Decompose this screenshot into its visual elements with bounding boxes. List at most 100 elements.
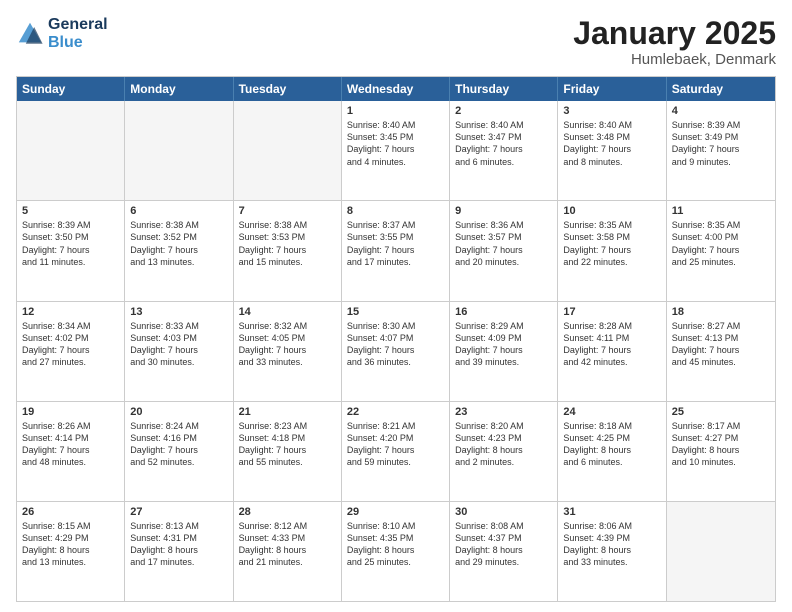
calendar-body: 1 Sunrise: 8:40 AM Sunset: 3:45 PM Daylig… (17, 101, 775, 601)
cal-cell: 1 Sunrise: 8:40 AM Sunset: 3:45 PM Daylig… (342, 101, 450, 200)
cal-cell: 12 Sunrise: 8:34 AM Sunset: 4:02 PM Dayli… (17, 302, 125, 401)
cell-text: Sunrise: 8:18 AM Sunset: 4:25 PM Dayligh… (563, 420, 660, 469)
logo-icon (16, 20, 44, 48)
day-number: 14 (239, 306, 336, 318)
location: Humlebaek, Denmark (573, 51, 776, 68)
day-number: 10 (563, 205, 660, 217)
cal-cell (125, 101, 233, 200)
calendar-row-5: 26 Sunrise: 8:15 AM Sunset: 4:29 PM Dayli… (17, 501, 775, 601)
cell-text: Sunrise: 8:15 AM Sunset: 4:29 PM Dayligh… (22, 520, 119, 569)
cal-cell: 4 Sunrise: 8:39 AM Sunset: 3:49 PM Daylig… (667, 101, 775, 200)
cal-cell: 21Sunrise: 8:23 AM Sunset: 4:18 PM Dayli… (234, 402, 342, 501)
day-number: 27 (130, 506, 227, 518)
cell-text: Sunrise: 8:38 AM Sunset: 3:53 PM Dayligh… (239, 219, 336, 268)
day-number: 2 (455, 105, 552, 117)
cal-cell: 15Sunrise: 8:30 AM Sunset: 4:07 PM Dayli… (342, 302, 450, 401)
day-number: 29 (347, 506, 444, 518)
cell-text: Sunrise: 8:12 AM Sunset: 4:33 PM Dayligh… (239, 520, 336, 569)
logo: General Blue (16, 16, 108, 51)
cell-text: Sunrise: 8:40 AM Sunset: 3:47 PM Dayligh… (455, 119, 552, 168)
cal-cell: 27Sunrise: 8:13 AM Sunset: 4:31 PM Dayli… (125, 502, 233, 601)
cal-cell: 8Sunrise: 8:37 AM Sunset: 3:55 PM Daylig… (342, 201, 450, 300)
cal-cell: 3Sunrise: 8:40 AM Sunset: 3:48 PM Daylig… (558, 101, 666, 200)
day-number: 13 (130, 306, 227, 318)
day-number: 12 (22, 306, 119, 318)
weekday-header-thursday: Thursday (450, 77, 558, 101)
calendar: SundayMondayTuesdayWednesdayThursdayFrid… (16, 76, 776, 602)
cell-text: Sunrise: 8:38 AM Sunset: 3:52 PM Dayligh… (130, 219, 227, 268)
cell-text: Sunrise: 8:21 AM Sunset: 4:20 PM Dayligh… (347, 420, 444, 469)
cell-text: Sunrise: 8:06 AM Sunset: 4:39 PM Dayligh… (563, 520, 660, 569)
cell-text: Sunrise: 8:35 AM Sunset: 3:58 PM Dayligh… (563, 219, 660, 268)
day-number: 24 (563, 406, 660, 418)
cell-text: Sunrise: 8:17 AM Sunset: 4:27 PM Dayligh… (672, 420, 770, 469)
cal-cell: 22 Sunrise: 8:21 AM Sunset: 4:20 PM Dayli… (342, 402, 450, 501)
weekday-header-wednesday: Wednesday (342, 77, 450, 101)
day-number: 23 (455, 406, 552, 418)
day-number: 11 (672, 205, 770, 217)
cell-text: Sunrise: 8:08 AM Sunset: 4:37 PM Dayligh… (455, 520, 552, 569)
cell-text: Sunrise: 8:23 AM Sunset: 4:18 PM Dayligh… (239, 420, 336, 469)
day-number: 5 (22, 205, 119, 217)
cal-cell: 20 Sunrise: 8:24 AM Sunset: 4:16 PM Dayli… (125, 402, 233, 501)
cal-cell: 5 Sunrise: 8:39 AM Sunset: 3:50 PM Daylig… (17, 201, 125, 300)
cell-text: Sunrise: 8:39 AM Sunset: 3:50 PM Dayligh… (22, 219, 119, 268)
day-number: 26 (22, 506, 119, 518)
cal-cell: 30 Sunrise: 8:08 AM Sunset: 4:37 PM Dayli… (450, 502, 558, 601)
cell-text: Sunrise: 8:39 AM Sunset: 3:49 PM Dayligh… (672, 119, 770, 168)
day-number: 15 (347, 306, 444, 318)
day-number: 28 (239, 506, 336, 518)
calendar-row-3: 12 Sunrise: 8:34 AM Sunset: 4:02 PM Dayli… (17, 301, 775, 401)
day-number: 18 (672, 306, 770, 318)
cal-cell: 9 Sunrise: 8:36 AM Sunset: 3:57 PM Daylig… (450, 201, 558, 300)
month-title: January 2025 (573, 16, 776, 51)
calendar-row-1: 1 Sunrise: 8:40 AM Sunset: 3:45 PM Daylig… (17, 101, 775, 200)
day-number: 16 (455, 306, 552, 318)
day-number: 6 (130, 205, 227, 217)
calendar-row-4: 19 Sunrise: 8:26 AM Sunset: 4:14 PM Dayli… (17, 401, 775, 501)
cell-text: Sunrise: 8:33 AM Sunset: 4:03 PM Dayligh… (130, 320, 227, 369)
cal-cell: 7 Sunrise: 8:38 AM Sunset: 3:53 PM Daylig… (234, 201, 342, 300)
day-number: 9 (455, 205, 552, 217)
calendar-header: SundayMondayTuesdayWednesdayThursdayFrid… (17, 77, 775, 101)
cal-cell: 18 Sunrise: 8:27 AM Sunset: 4:13 PM Dayli… (667, 302, 775, 401)
cal-cell: 19 Sunrise: 8:26 AM Sunset: 4:14 PM Dayli… (17, 402, 125, 501)
cal-cell: 23 Sunrise: 8:20 AM Sunset: 4:23 PM Dayli… (450, 402, 558, 501)
cal-cell (17, 101, 125, 200)
cell-text: Sunrise: 8:29 AM Sunset: 4:09 PM Dayligh… (455, 320, 552, 369)
day-number: 4 (672, 105, 770, 117)
cell-text: Sunrise: 8:24 AM Sunset: 4:16 PM Dayligh… (130, 420, 227, 469)
day-number: 7 (239, 205, 336, 217)
day-number: 30 (455, 506, 552, 518)
cal-cell: 6 Sunrise: 8:38 AM Sunset: 3:52 PM Daylig… (125, 201, 233, 300)
cell-text: Sunrise: 8:10 AM Sunset: 4:35 PM Dayligh… (347, 520, 444, 569)
weekday-header-monday: Monday (125, 77, 233, 101)
cal-cell: 14Sunrise: 8:32 AM Sunset: 4:05 PM Dayli… (234, 302, 342, 401)
day-number: 19 (22, 406, 119, 418)
cal-cell: 31Sunrise: 8:06 AM Sunset: 4:39 PM Dayli… (558, 502, 666, 601)
weekday-header-sunday: Sunday (17, 77, 125, 101)
cal-cell: 25Sunrise: 8:17 AM Sunset: 4:27 PM Dayli… (667, 402, 775, 501)
calendar-row-2: 5 Sunrise: 8:39 AM Sunset: 3:50 PM Daylig… (17, 200, 775, 300)
cell-text: Sunrise: 8:36 AM Sunset: 3:57 PM Dayligh… (455, 219, 552, 268)
day-number: 22 (347, 406, 444, 418)
cell-text: Sunrise: 8:34 AM Sunset: 4:02 PM Dayligh… (22, 320, 119, 369)
cal-cell: 11Sunrise: 8:35 AM Sunset: 4:00 PM Dayli… (667, 201, 775, 300)
cal-cell: 16 Sunrise: 8:29 AM Sunset: 4:09 PM Dayli… (450, 302, 558, 401)
day-number: 1 (347, 105, 444, 117)
cell-text: Sunrise: 8:40 AM Sunset: 3:48 PM Dayligh… (563, 119, 660, 168)
title-block: January 2025 Humlebaek, Denmark (573, 16, 776, 68)
cell-text: Sunrise: 8:26 AM Sunset: 4:14 PM Dayligh… (22, 420, 119, 469)
cell-text: Sunrise: 8:20 AM Sunset: 4:23 PM Dayligh… (455, 420, 552, 469)
cell-text: Sunrise: 8:40 AM Sunset: 3:45 PM Dayligh… (347, 119, 444, 168)
day-number: 20 (130, 406, 227, 418)
cal-cell (667, 502, 775, 601)
weekday-header-tuesday: Tuesday (234, 77, 342, 101)
cell-text: Sunrise: 8:28 AM Sunset: 4:11 PM Dayligh… (563, 320, 660, 369)
weekday-header-saturday: Saturday (667, 77, 775, 101)
cell-text: Sunrise: 8:27 AM Sunset: 4:13 PM Dayligh… (672, 320, 770, 369)
cal-cell: 10 Sunrise: 8:35 AM Sunset: 3:58 PM Dayli… (558, 201, 666, 300)
cell-text: Sunrise: 8:37 AM Sunset: 3:55 PM Dayligh… (347, 219, 444, 268)
cal-cell: 13 Sunrise: 8:33 AM Sunset: 4:03 PM Dayli… (125, 302, 233, 401)
cal-cell: 17Sunrise: 8:28 AM Sunset: 4:11 PM Dayli… (558, 302, 666, 401)
